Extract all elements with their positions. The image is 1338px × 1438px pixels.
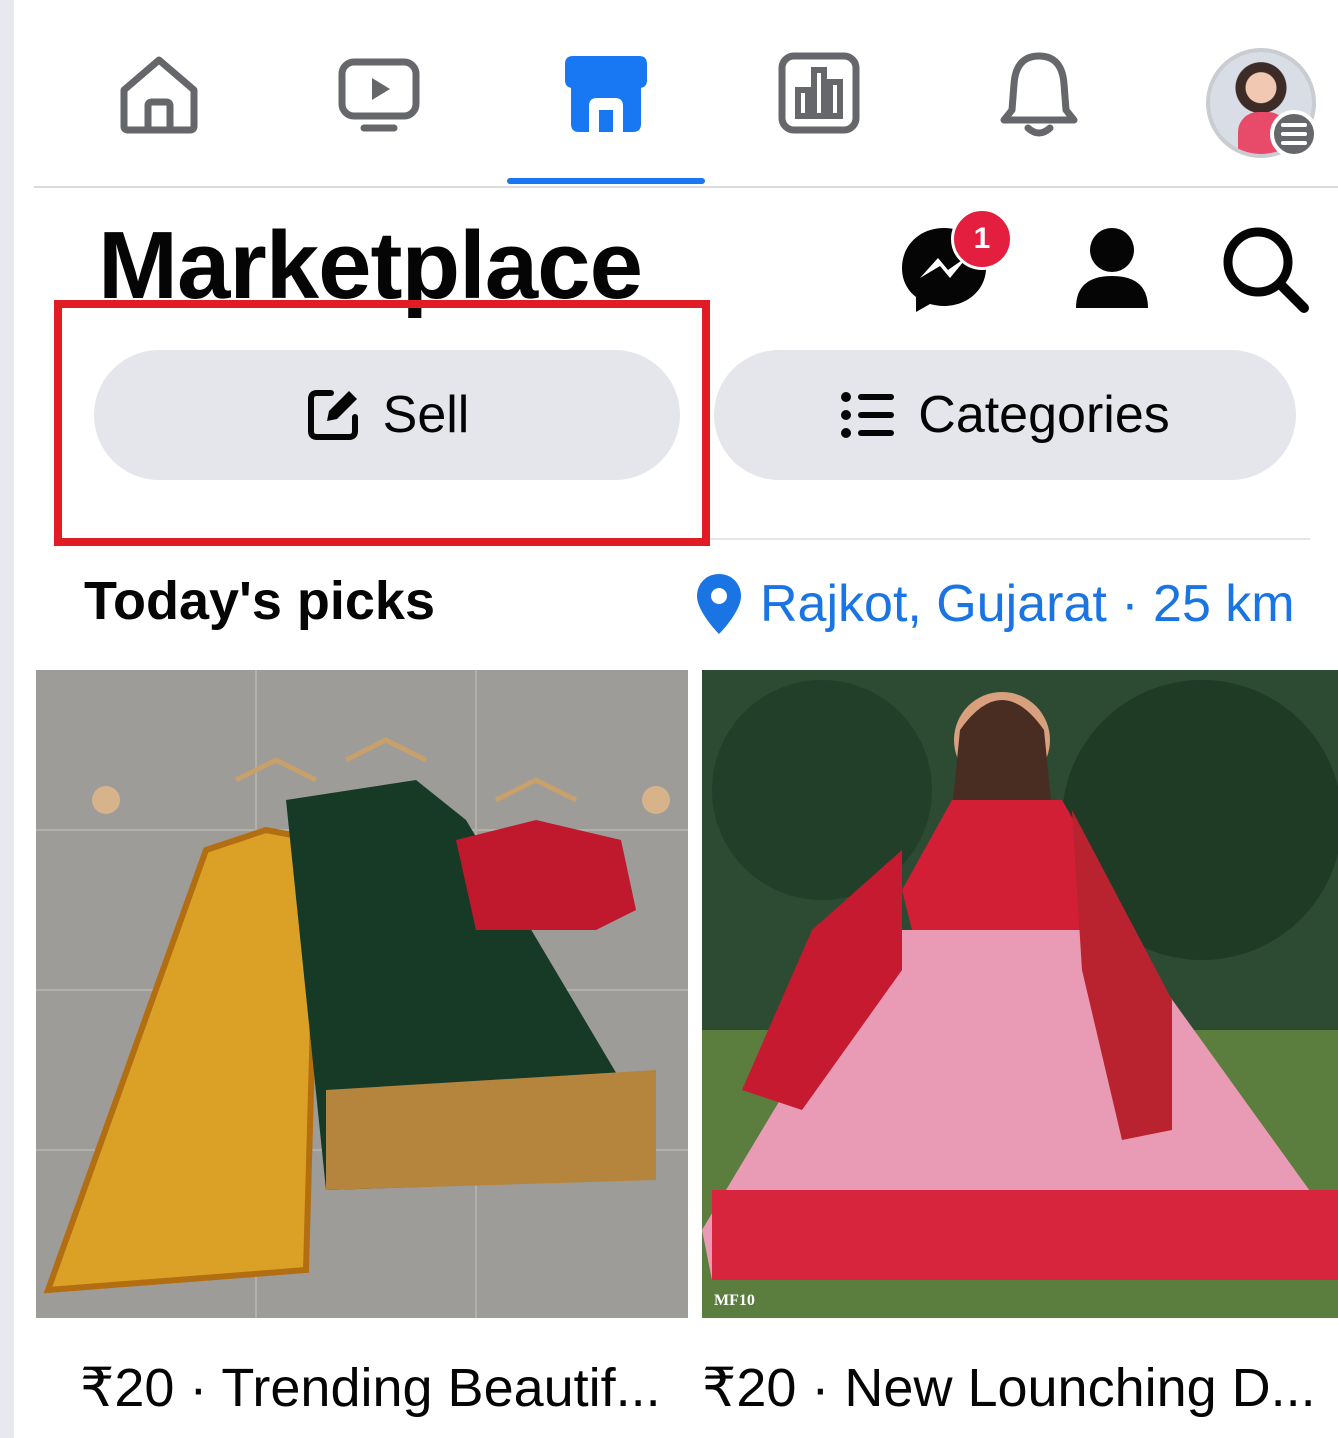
location-text: Rajkot, Gujarat · 25 km xyxy=(760,575,1295,633)
listing-caption-2[interactable]: ₹20 · New Lounching D... xyxy=(702,1356,1316,1419)
image-watermark: MF10 xyxy=(714,1292,755,1309)
lehenga-photo-2 xyxy=(702,670,1338,1318)
tab-watch[interactable] xyxy=(304,0,454,186)
tab-marketplace[interactable] xyxy=(531,0,681,186)
top-navigation xyxy=(34,0,1338,188)
home-icon xyxy=(120,56,198,134)
listing-image-1[interactable] xyxy=(36,670,688,1318)
categories-button[interactable]: Categories xyxy=(714,350,1296,480)
marketplace-icon xyxy=(565,56,647,132)
divider xyxy=(710,538,1310,540)
highlight-annotation xyxy=(54,300,710,546)
lehenga-photo-1 xyxy=(36,670,688,1318)
categories-label: Categories xyxy=(918,386,1170,444)
messenger-badge: 1 xyxy=(951,208,1013,270)
listing-caption-1[interactable]: ₹20 · Trending Beautif... xyxy=(80,1356,661,1419)
video-icon xyxy=(338,58,420,132)
bell-icon xyxy=(1000,52,1078,137)
tab-home[interactable] xyxy=(84,0,234,186)
location-pin-icon xyxy=(697,574,741,634)
tab-notifications[interactable] xyxy=(964,0,1114,186)
tab-dashboard[interactable] xyxy=(744,0,894,186)
active-tab-indicator xyxy=(507,178,705,184)
listing-image-2[interactable]: MF10 xyxy=(702,670,1338,1318)
search-icon[interactable] xyxy=(1214,218,1314,318)
marketplace-screen: Marketplace 1 Sell Categories Today's pi… xyxy=(14,0,1338,1438)
menu-icon[interactable] xyxy=(1270,110,1318,158)
dashboard-icon xyxy=(778,52,860,134)
profile-icon[interactable] xyxy=(1062,218,1162,318)
list-icon xyxy=(841,392,895,438)
hamburger-icon xyxy=(1281,123,1307,145)
picks-title: Today's picks xyxy=(84,571,435,631)
location-link[interactable]: Rajkot, Gujarat · 25 km xyxy=(694,572,1295,636)
